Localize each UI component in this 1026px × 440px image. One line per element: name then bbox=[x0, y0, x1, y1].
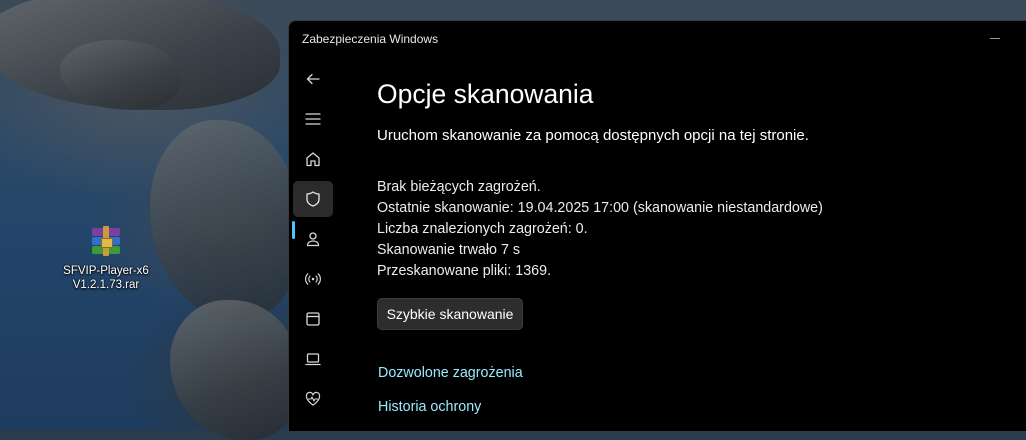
quick-scan-button[interactable]: Szybkie skanowanie bbox=[377, 298, 523, 330]
winrar-archive-icon bbox=[88, 224, 124, 260]
last-scan-text: Ostatnie skanowanie: 19.04.2025 17:00 (s… bbox=[377, 200, 823, 216]
nav-virus-protection[interactable] bbox=[293, 181, 333, 217]
scan-info: Brak bieżących zagrożeń. Ostatnie skanow… bbox=[377, 177, 823, 282]
window-title: Zabezpieczenia Windows bbox=[302, 32, 439, 46]
account-person-icon bbox=[306, 232, 320, 247]
file-name-line1: SFVIP-Player-x6 bbox=[63, 265, 149, 277]
minimize-button[interactable] bbox=[987, 31, 1003, 47]
shield-icon bbox=[306, 191, 320, 207]
files-scanned-text: Przeskanowane pliki: 1369. bbox=[377, 263, 552, 279]
allowed-threats-link[interactable]: Dozwolone zagrożenia bbox=[378, 365, 523, 381]
back-button[interactable] bbox=[293, 61, 333, 97]
protection-history-link[interactable]: Historia ochrony bbox=[378, 399, 481, 415]
desktop-file-sfvip-player[interactable]: SFVIP-Player-x6 V1.2.1.73.rar bbox=[56, 224, 156, 292]
nav-device-performance-health[interactable] bbox=[293, 381, 333, 417]
threats-found-text: Liczba znalezionych zagrożeń: 0. bbox=[377, 221, 588, 237]
scan-duration-text: Skanowanie trwało 7 s bbox=[377, 242, 521, 258]
back-arrow-icon bbox=[306, 73, 320, 85]
windows-security-window: Zabezpieczenia Windows Opcje skanowania … bbox=[288, 20, 1026, 431]
title-bar[interactable]: Zabezpieczenia Windows bbox=[289, 21, 1026, 57]
nav-account-protection[interactable] bbox=[293, 221, 333, 257]
page-subtitle: Uruchom skanowanie za pomocą dostępnych … bbox=[377, 127, 809, 144]
heart-health-icon bbox=[305, 391, 321, 406]
app-browser-window-icon bbox=[306, 312, 320, 326]
threat-status: Brak bieżących zagrożeń. bbox=[377, 179, 541, 195]
home-icon bbox=[306, 152, 320, 167]
wallpaper-rock bbox=[170, 300, 300, 440]
nav-home[interactable] bbox=[293, 141, 333, 177]
menu-button[interactable] bbox=[293, 101, 333, 137]
hamburger-menu-icon bbox=[305, 113, 321, 125]
desktop-file-label: SFVIP-Player-x6 V1.2.1.73.rar bbox=[63, 264, 149, 292]
wallpaper-rock bbox=[150, 120, 300, 320]
network-wireless-icon bbox=[305, 273, 321, 285]
nav-device-security[interactable] bbox=[293, 341, 333, 377]
nav-app-browser-control[interactable] bbox=[293, 301, 333, 337]
page-title: Opcje skanowania bbox=[377, 79, 594, 109]
nav-firewall-network[interactable] bbox=[293, 261, 333, 297]
file-name-line2: V1.2.1.73.rar bbox=[72, 279, 140, 291]
laptop-device-icon bbox=[305, 353, 321, 366]
